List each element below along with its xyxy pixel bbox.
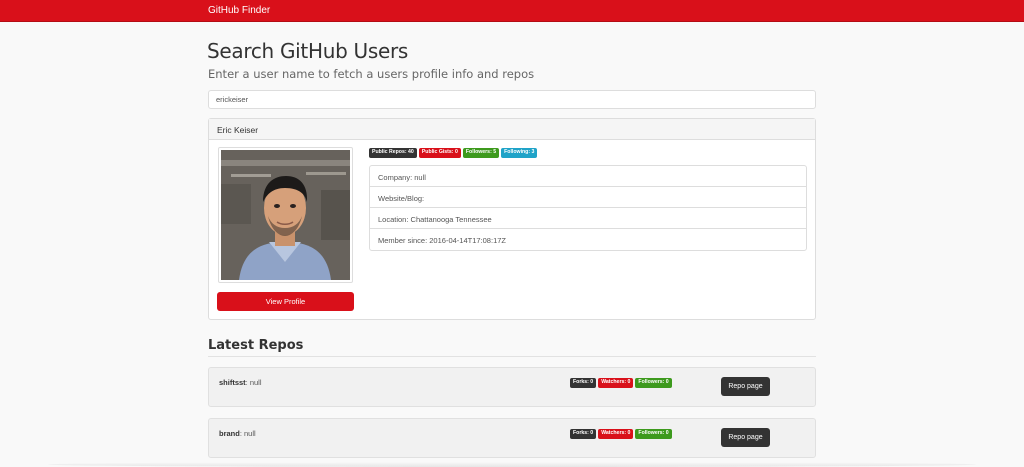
repo-followers-badge: Followers: 0 bbox=[635, 378, 672, 388]
page-title: Search GitHub Users bbox=[207, 39, 409, 63]
repo-title: brand: null bbox=[219, 429, 256, 438]
page-shadow bbox=[48, 462, 976, 467]
repo-description: : null bbox=[245, 378, 262, 387]
page-subtitle: Enter a user name to fetch a users profi… bbox=[208, 67, 535, 81]
repo-page-button[interactable]: Repo page bbox=[721, 377, 770, 396]
navbar: GitHub Finder bbox=[0, 0, 1024, 22]
repo-page-button[interactable]: Repo page bbox=[721, 428, 770, 447]
website-item: Website/Blog: bbox=[370, 187, 806, 208]
search-input[interactable] bbox=[208, 90, 816, 109]
public-gists-badge: Public Gists: 0 bbox=[418, 148, 461, 158]
profile-badges: Public Repos: 40 Public Gists: 0 Followe… bbox=[369, 148, 538, 158]
followers-badge: Followers: 5 bbox=[462, 148, 500, 158]
profile-info-list: Company: null Website/Blog: Location: Ch… bbox=[369, 165, 807, 251]
company-item: Company: null bbox=[370, 166, 806, 187]
location-item: Location: Chattanooga Tennessee bbox=[370, 208, 806, 229]
avatar-frame bbox=[218, 147, 353, 283]
watchers-badge: Watchers: 0 bbox=[598, 429, 634, 439]
profile-panel: Eric Keiser View Profile Public Repos: 4… bbox=[208, 118, 816, 320]
repos-divider bbox=[208, 356, 816, 357]
repo-name: brand bbox=[219, 429, 240, 438]
repo-card: shiftsst: null Forks: 0 Watchers: 0 Foll… bbox=[208, 367, 816, 407]
view-profile-button[interactable]: View Profile bbox=[217, 292, 354, 311]
member-since-item: Member since: 2016-04-14T17:08:17Z bbox=[378, 236, 506, 245]
profile-name: Eric Keiser bbox=[209, 119, 815, 140]
forks-badge: Forks: 0 bbox=[570, 378, 597, 388]
repo-title: shiftsst: null bbox=[219, 378, 262, 387]
repo-description: : null bbox=[239, 429, 256, 438]
public-repos-badge: Public Repos: 40 bbox=[369, 148, 417, 158]
following-badge: Following: 3 bbox=[501, 148, 538, 158]
avatar bbox=[221, 150, 350, 280]
repo-followers-badge: Followers: 0 bbox=[635, 429, 672, 439]
brand-link[interactable]: GitHub Finder bbox=[208, 5, 270, 16]
repo-badges: Forks: 0 Watchers: 0 Followers: 0 bbox=[570, 378, 672, 388]
watchers-badge: Watchers: 0 bbox=[598, 378, 634, 388]
forks-badge: Forks: 0 bbox=[570, 429, 597, 439]
repo-badges: Forks: 0 Watchers: 0 Followers: 0 bbox=[570, 429, 672, 439]
repo-name: shiftsst bbox=[219, 378, 246, 387]
repos-title: Latest Repos bbox=[208, 338, 304, 353]
user-photo-icon bbox=[221, 150, 350, 280]
repo-card: brand: null Forks: 0 Watchers: 0 Followe… bbox=[208, 418, 816, 458]
